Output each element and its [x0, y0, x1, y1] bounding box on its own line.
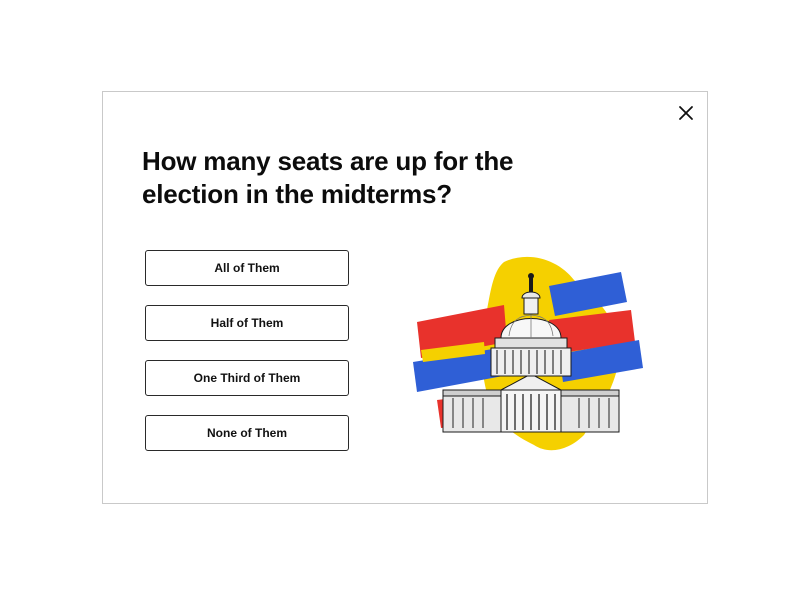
close-button[interactable] [675, 102, 697, 124]
answer-option-none[interactable]: None of Them [145, 415, 349, 451]
close-icon [679, 106, 693, 120]
answer-option-half[interactable]: Half of Them [145, 305, 349, 341]
answer-option-one-third[interactable]: One Third of Them [145, 360, 349, 396]
page-background: How many seats are up for the election i… [0, 0, 800, 600]
question-heading: How many seats are up for the election i… [142, 146, 514, 209]
quiz-modal: How many seats are up for the election i… [102, 91, 708, 504]
answer-options: All of Them Half of Them One Third of Th… [145, 250, 349, 470]
answer-option-all[interactable]: All of Them [145, 250, 349, 286]
capitol-building-illustration [413, 256, 643, 451]
